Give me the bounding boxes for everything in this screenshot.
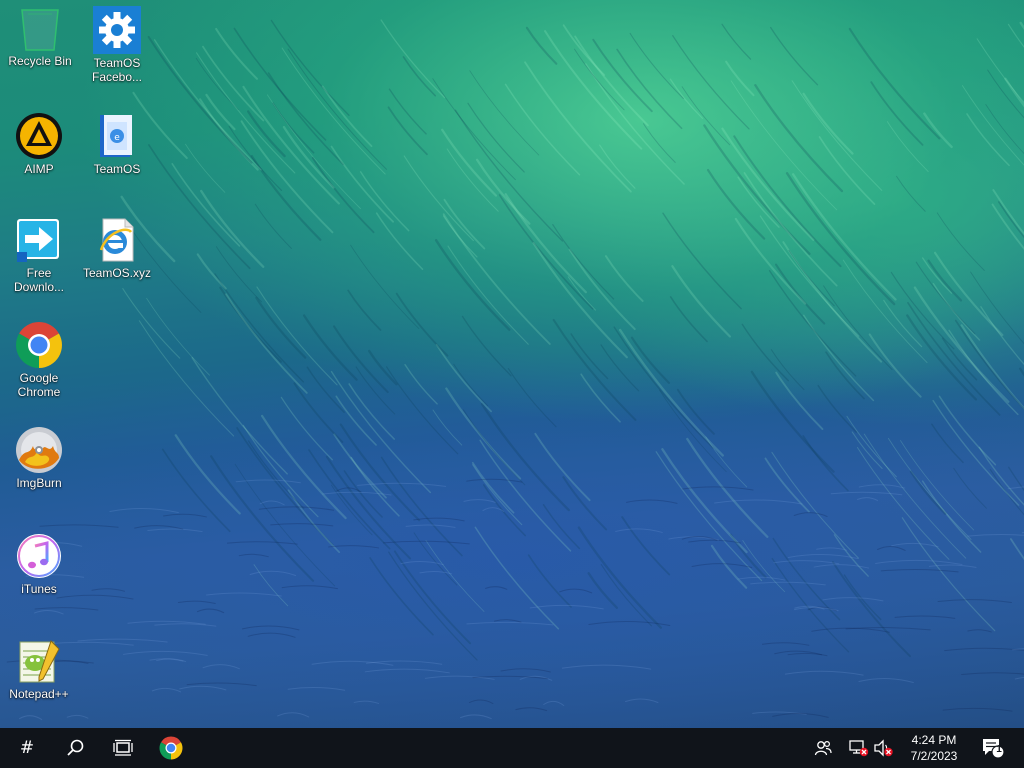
desktop-icon-label: Free Downlo... (13, 266, 65, 294)
desktop-icon-label: AIMP (24, 162, 54, 176)
taskbar: # 4:24 PM 7/2/2023 1 (0, 728, 1024, 768)
task-view-button[interactable] (99, 728, 147, 768)
desktop-icon-google-chrome[interactable]: Google Chrome (0, 321, 79, 399)
desktop-icon-notepad-plus-plus[interactable]: Notepad++ (0, 637, 79, 701)
taskbar-chrome-button[interactable] (147, 728, 195, 768)
desktop-icon-label: Notepad++ (9, 687, 69, 701)
chrome-icon (15, 321, 63, 369)
desktop: Recycle Bin TeamOS Facebo... AIMP e Team… (0, 0, 1024, 728)
desktop-icon-recycle-bin[interactable]: Recycle Bin (0, 4, 80, 68)
clock-date: 7/2/2023 (910, 749, 958, 763)
svg-text:e: e (114, 133, 120, 143)
desktop-icon-imgburn[interactable]: ImgBurn (0, 426, 79, 490)
notepad-plus-plus-icon (15, 637, 63, 685)
task-view-icon (113, 739, 133, 756)
chrome-icon (159, 736, 183, 760)
aimp-icon (15, 112, 63, 160)
desktop-icon-itunes[interactable]: iTunes (0, 532, 79, 596)
recycle-bin-icon (16, 4, 64, 52)
desktop-icon-label: TeamOS.xyz (82, 266, 151, 280)
network-disconnected-icon (849, 740, 869, 757)
desktop-icon-label: TeamOS (93, 162, 141, 176)
document-icon: e (93, 112, 141, 160)
notification-count-badge: 1 (996, 744, 1002, 755)
start-button[interactable]: # (3, 728, 51, 768)
volume-button[interactable] (870, 728, 896, 768)
taskbar-clock[interactable]: 4:24 PM 7/2/2023 (896, 728, 972, 768)
wallpaper-wave (6, 19, 1024, 721)
download-arrow-icon (15, 216, 63, 264)
search-icon (67, 739, 84, 756)
internet-explorer-icon (93, 216, 141, 264)
desktop-icon-teamos-xyz[interactable]: TeamOS.xyz (77, 216, 157, 280)
network-status-button[interactable] (846, 728, 872, 768)
desktop-icon-label: ImgBurn (16, 476, 62, 490)
people-icon (814, 740, 832, 756)
clock-time: 4:24 PM (911, 733, 957, 747)
people-button[interactable] (810, 728, 836, 768)
desktop-icon-label: TeamOS Facebo... (91, 56, 143, 84)
start-icon: # (19, 738, 35, 758)
desktop-icon-label: Google Chrome (17, 371, 61, 399)
desktop-icon-label: Recycle Bin (8, 54, 72, 68)
search-button[interactable] (51, 728, 99, 768)
volume-muted-icon (874, 739, 893, 757)
gear-icon (93, 6, 141, 54)
action-center-button[interactable]: 1 (978, 728, 1008, 768)
desktop-icon-teamos-facebook[interactable]: TeamOS Facebo... (77, 6, 157, 84)
desktop-icon-teamos[interactable]: e TeamOS (77, 112, 157, 176)
desktop-icon-aimp[interactable]: AIMP (0, 112, 79, 176)
desktop-icon-free-download[interactable]: Free Downlo... (0, 216, 79, 294)
desktop-icon-label: iTunes (21, 582, 57, 596)
imgburn-disc-icon (15, 426, 63, 474)
itunes-icon (15, 532, 63, 580)
